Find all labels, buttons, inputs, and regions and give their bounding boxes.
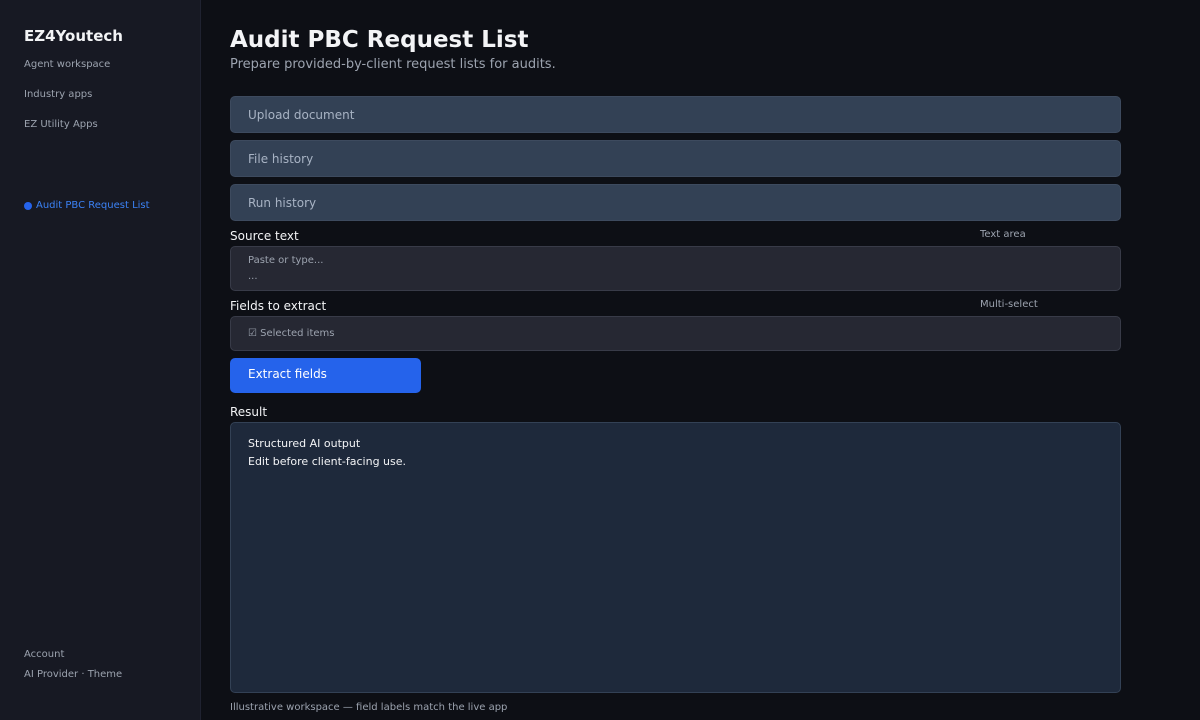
footer-settings: AI Provider · Theme	[24, 669, 122, 680]
nav-active-label: Audit PBC Request List	[36, 200, 150, 211]
result-line-2: Edit before client-facing use.	[248, 455, 407, 468]
ai-provider-link[interactable]: AI Provider	[24, 669, 78, 680]
footnote: Illustrative workspace — field labels ma…	[230, 702, 508, 713]
source-text-placeholder: Paste or type...	[248, 255, 324, 266]
brand-logo[interactable]: EZ4Youtech	[24, 27, 123, 45]
upload-document-section[interactable]: Upload document	[230, 96, 1121, 133]
source-text-input[interactable]: Paste or type... ...	[230, 246, 1121, 291]
run-history-label: Run history	[248, 195, 317, 210]
active-dot-icon	[24, 201, 32, 210]
upload-document-label: Upload document	[248, 107, 355, 122]
app-window: EZ4Youtech Agent workspace Industry apps…	[0, 0, 1200, 720]
result-line-1: Structured AI output	[248, 437, 361, 450]
source-text-ellipsis: ...	[248, 271, 258, 282]
run-history-section[interactable]: Run history	[230, 184, 1121, 221]
account-link[interactable]: Account	[24, 649, 64, 660]
result-output[interactable]: Structured AI output Edit before client-…	[230, 422, 1121, 693]
fields-selected-value: ☑ Selected items	[248, 328, 335, 339]
footer-separator: ·	[78, 669, 88, 680]
file-history-label: File history	[248, 151, 314, 166]
nav-agent-workspace[interactable]: Agent workspace	[24, 59, 110, 70]
fields-to-extract-kind: Multi-select	[980, 299, 1038, 310]
sidebar: EZ4Youtech Agent workspace Industry apps…	[0, 0, 201, 720]
extract-fields-button[interactable]: Extract fields	[230, 358, 421, 393]
nav-ez-utility-apps[interactable]: EZ Utility Apps	[24, 119, 98, 130]
result-label: Result	[230, 405, 268, 419]
file-history-section[interactable]: File history	[230, 140, 1121, 177]
source-text-kind: Text area	[980, 229, 1026, 240]
page-subtitle: Prepare provided-by-client request lists…	[230, 57, 556, 72]
fields-multiselect[interactable]: ☑ Selected items	[230, 316, 1121, 351]
fields-to-extract-label: Fields to extract	[230, 299, 327, 313]
theme-link[interactable]: Theme	[88, 669, 123, 680]
nav-industry-apps[interactable]: Industry apps	[24, 89, 92, 100]
nav-audit-pbc-request-list[interactable]: Audit PBC Request List	[24, 200, 150, 211]
source-text-label: Source text	[230, 229, 299, 243]
page-title: Audit PBC Request List	[230, 27, 529, 53]
